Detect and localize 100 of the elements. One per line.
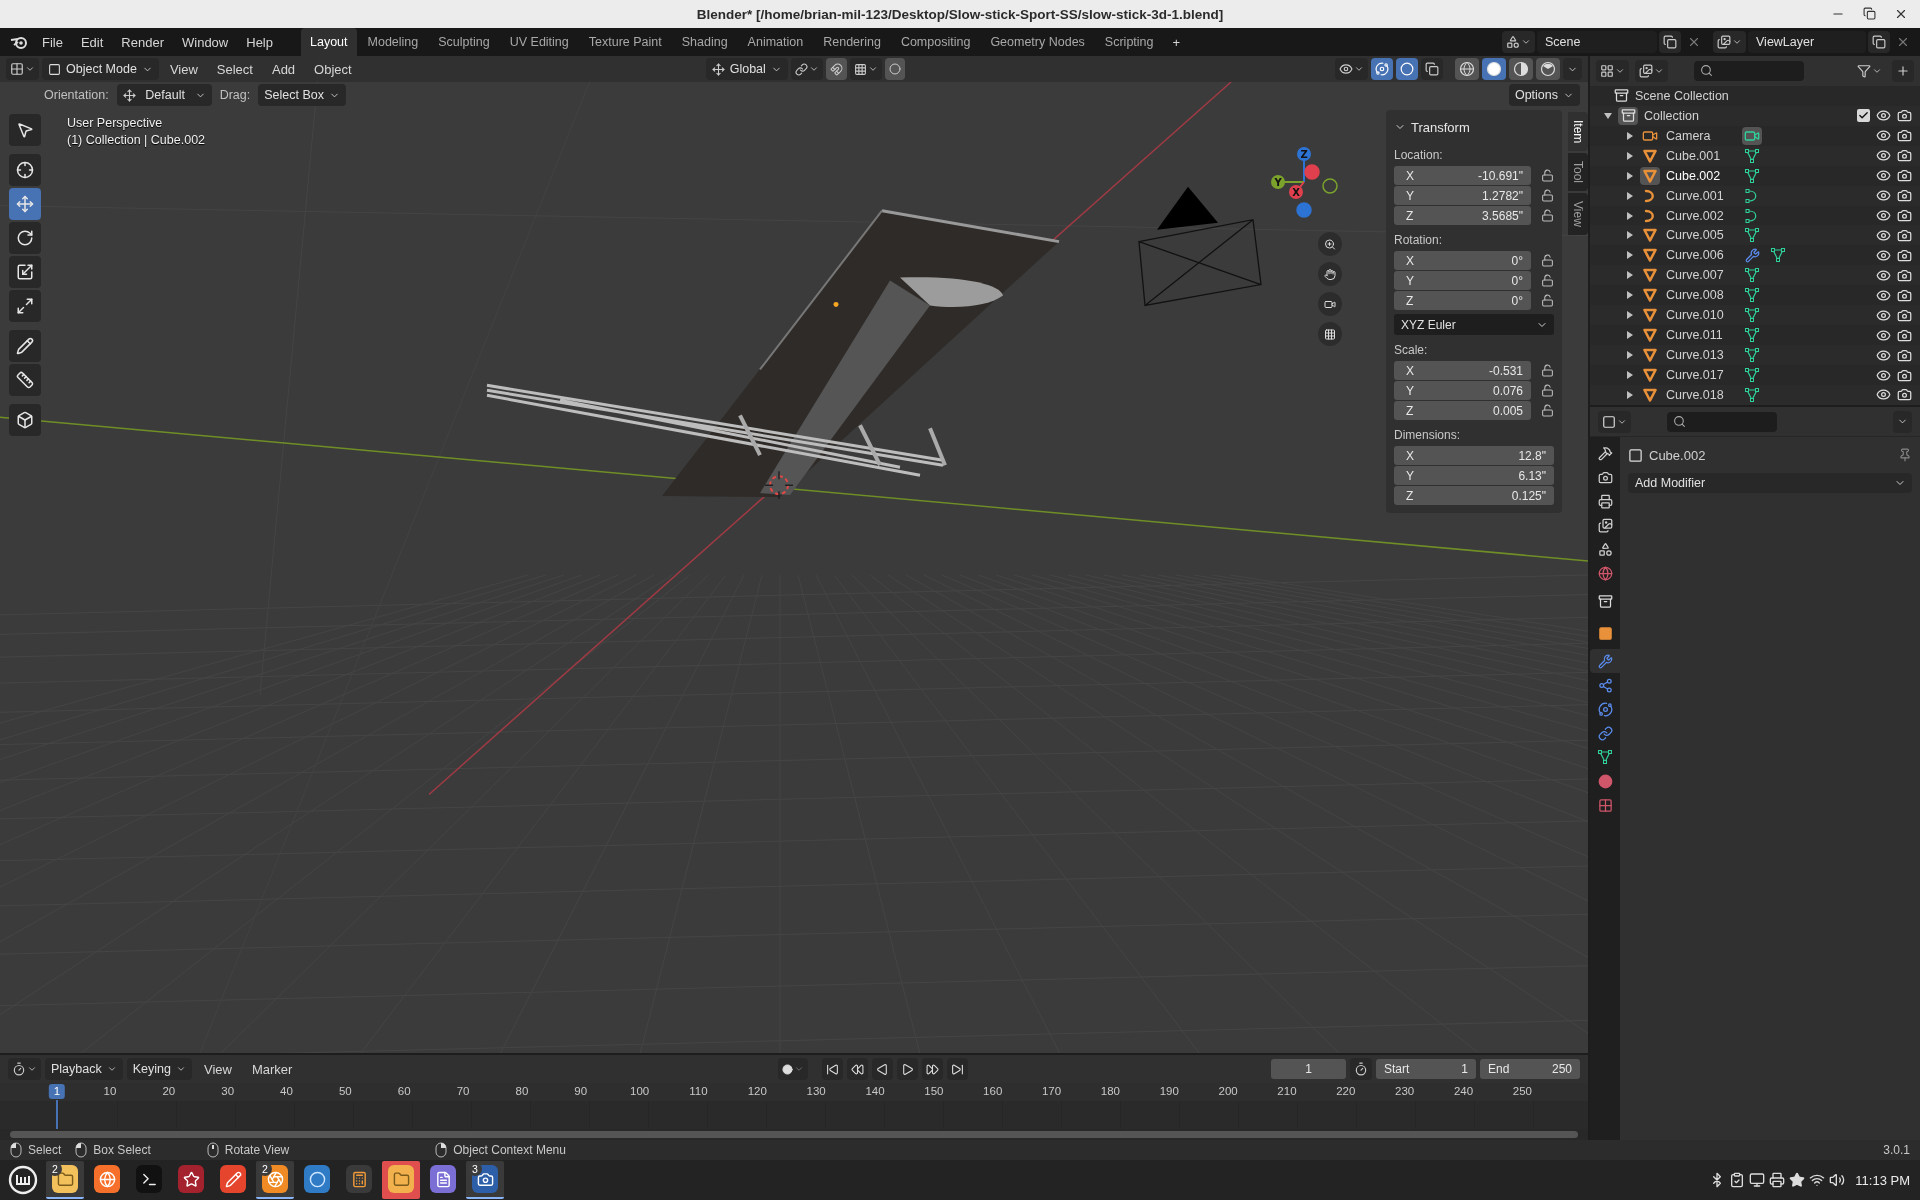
menu-item[interactable]: Add — [263, 57, 304, 81]
outliner-item[interactable]: Scene Collection — [1635, 88, 1729, 103]
version-text: 3.0.1 — [1883, 1143, 1910, 1157]
menu-item[interactable]: Edit — [72, 30, 112, 54]
outliner-item[interactable]: Curve.007 — [1666, 268, 1736, 283]
frame-number: 220 — [1336, 1085, 1356, 1097]
menu-dropdown[interactable]: Playback — [45, 1058, 123, 1080]
number-field[interactable]: X 0° — [1394, 251, 1531, 270]
outliner-item[interactable]: Curve.006 — [1666, 248, 1736, 263]
frame-number: 200 — [1218, 1085, 1238, 1097]
number-field[interactable]: Y 0° — [1394, 271, 1531, 290]
menu-item[interactable]: View — [195, 1057, 240, 1081]
number-field[interactable]: Z 0.125" — [1394, 486, 1554, 505]
orientation-dropdown[interactable]: Global — [705, 58, 788, 80]
number-field[interactable]: Z 0° — [1394, 291, 1531, 310]
object-name: Cube.002 — [1649, 447, 1706, 463]
frame-number: 230 — [1395, 1085, 1415, 1097]
frame-number: 40 — [280, 1085, 293, 1097]
workspace-tab[interactable]: Geometry Nodes — [981, 28, 1094, 56]
mode-dropdown[interactable]: Object Mode — [42, 58, 159, 80]
outliner-item[interactable]: Curve.008 — [1666, 288, 1736, 303]
menu-item[interactable]: Select — [208, 57, 261, 81]
outliner-item[interactable]: Curve.010 — [1666, 308, 1736, 323]
sidebar-tab[interactable]: Tool — [1568, 153, 1588, 192]
current-frame-marker[interactable]: 1 — [48, 1084, 66, 1099]
outliner-item[interactable]: Camera — [1666, 128, 1736, 143]
menu-item[interactable]: Help — [238, 30, 281, 54]
menu-item[interactable]: Render — [113, 30, 172, 54]
taskbar-app[interactable]: 3 — [466, 1161, 504, 1199]
frame-number: 150 — [924, 1085, 944, 1097]
sidebar-tab[interactable]: View — [1568, 193, 1588, 236]
outliner-item[interactable]: Curve.002 — [1666, 208, 1736, 223]
frame-number: 210 — [1277, 1085, 1297, 1097]
end-frame-field[interactable]: End 250 — [1480, 1059, 1580, 1079]
number-field[interactable]: Y 0.076 — [1394, 381, 1531, 400]
frame-number: 90 — [574, 1085, 588, 1097]
outliner-item[interactable]: Curve.018 — [1666, 387, 1736, 402]
scene-field[interactable]: Scene — [1537, 31, 1657, 53]
menu-dropdown[interactable]: Keying — [126, 1058, 192, 1080]
status-hint: Select — [28, 1143, 62, 1157]
taskbar-app[interactable]: 2 — [46, 1161, 84, 1199]
status-hint: Rotate View — [224, 1143, 290, 1157]
outliner-item[interactable]: Curve.005 — [1666, 228, 1736, 243]
axis-label: X — [1292, 187, 1300, 198]
outliner-item[interactable]: Cube.001 — [1666, 148, 1736, 163]
field-label: Drag: — [219, 88, 251, 102]
menu-item[interactable]: Marker — [243, 1057, 301, 1081]
rotation-mode-dropdown[interactable]: XYZ Euler — [1394, 314, 1554, 335]
frame-number: 30 — [221, 1085, 235, 1097]
frame-number: 100 — [630, 1085, 650, 1097]
window-title: Blender* [/home/brian-mil-123/Desktop/Slow-stick-Sport-SS/slow-stick-3d-1.blend] — [696, 6, 1224, 22]
outliner-item[interactable]: Curve.017 — [1666, 368, 1736, 382]
status-hint: Object Context Menu — [453, 1143, 566, 1157]
outliner-item[interactable]: Curve.001 — [1666, 188, 1736, 203]
number-field[interactable]: Z 0.005 — [1394, 401, 1531, 420]
current-frame-field[interactable]: 1 — [1271, 1059, 1346, 1079]
workspace-tab[interactable]: Rendering — [814, 28, 890, 56]
workspace-tab[interactable]: Texture Paint — [579, 28, 671, 56]
field-label: Orientation: — [44, 88, 109, 102]
drag-dropdown[interactable]: Select Box — [258, 84, 346, 106]
frame-number: 20 — [162, 1085, 176, 1097]
workspace-tab[interactable]: Compositing — [891, 28, 980, 56]
clock-text: 11:13 PM — [1855, 1172, 1910, 1188]
number-field[interactable]: X -10.691" — [1394, 166, 1531, 185]
number-field[interactable]: Y 1.2782" — [1394, 186, 1531, 205]
view-layer-field[interactable]: ViewLayer — [1748, 31, 1866, 53]
outliner-item[interactable]: Cube.002 — [1666, 168, 1736, 183]
frame-number: 250 — [1512, 1085, 1532, 1097]
frame-number: 140 — [865, 1085, 885, 1097]
outliner-item[interactable]: Collection — [1644, 108, 1699, 123]
workspace-tab[interactable]: Shading — [672, 28, 737, 56]
number-field[interactable]: X 12.8" — [1394, 446, 1554, 465]
workspace-tab[interactable]: Modeling — [358, 28, 428, 56]
menu-item[interactable]: View — [161, 57, 206, 81]
options-dropdown[interactable]: Options — [1508, 84, 1580, 106]
orientation-dropdown[interactable]: Default — [116, 84, 212, 106]
axis-label: Y — [1274, 177, 1282, 188]
workspace-tab[interactable]: Sculpting — [429, 28, 499, 56]
menu-item[interactable]: Window — [174, 30, 237, 54]
frame-number: 50 — [338, 1085, 352, 1097]
add-workspace-button[interactable]: + — [1164, 30, 1189, 54]
sidebar-tab[interactable]: Item — [1568, 112, 1588, 152]
outliner-item[interactable]: Curve.013 — [1666, 348, 1736, 363]
menu-item[interactable]: File — [34, 30, 71, 54]
taskbar-app[interactable]: 2 — [256, 1161, 294, 1199]
number-field[interactable]: Y 6.13" — [1394, 466, 1554, 485]
workspace-tab[interactable]: Scripting — [1095, 28, 1163, 56]
workspace-tab[interactable]: UV Editing — [500, 28, 578, 56]
frame-number: 130 — [806, 1085, 826, 1097]
workspace-tab[interactable]: Animation — [738, 28, 813, 56]
panel-title[interactable]: Transform — [1411, 119, 1470, 135]
menu-item[interactable]: Object — [306, 57, 360, 81]
add-modifier-dropdown[interactable]: Add Modifier — [1628, 473, 1912, 493]
workspace-tab[interactable]: Layout — [301, 28, 357, 56]
section-label: Dimensions: — [1394, 427, 1462, 444]
number-field[interactable]: Z 3.5685" — [1394, 206, 1531, 225]
outliner-item[interactable]: Curve.011 — [1666, 328, 1736, 343]
number-field[interactable]: X -0.531 — [1394, 361, 1531, 380]
section-label: Location: — [1394, 147, 1444, 164]
start-frame-field[interactable]: Start 1 — [1376, 1059, 1476, 1079]
